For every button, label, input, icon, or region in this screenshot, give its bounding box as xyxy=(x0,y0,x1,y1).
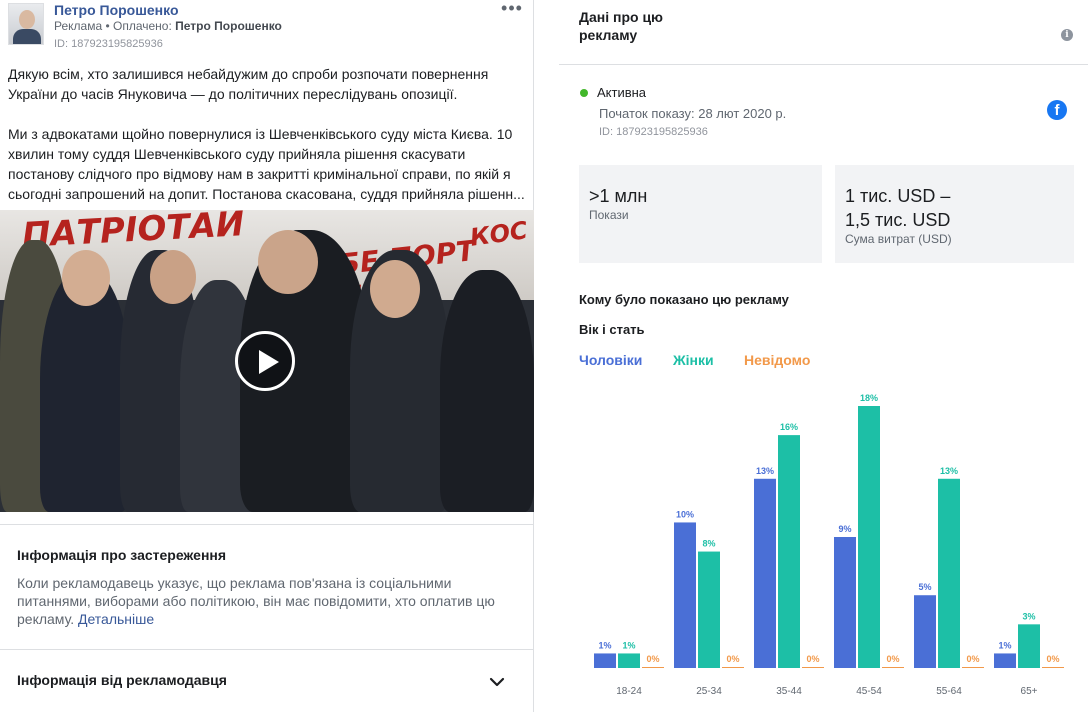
disclaimer-text: Коли рекламодавець указує, що реклама по… xyxy=(17,574,507,628)
bar-label: 1% xyxy=(598,640,611,650)
avatar-face xyxy=(19,10,35,29)
bar-label: 0% xyxy=(646,654,659,664)
category-label: 65+ xyxy=(1021,686,1038,697)
bar-25-34-1[interactable] xyxy=(698,551,720,668)
bar-label: 5% xyxy=(918,582,931,592)
person-face xyxy=(370,260,420,318)
person-silhouette xyxy=(440,270,534,512)
category-label: 18-24 xyxy=(616,686,642,697)
ad-preview-panel: Петро Порошенко Реклама • Оплачено: Петр… xyxy=(0,0,534,712)
bar-18-24-0[interactable] xyxy=(594,653,616,668)
person-face xyxy=(258,230,318,294)
category-label: 25-34 xyxy=(696,686,722,697)
ad-paragraph: Дякую всім, хто залишився небайдужим до … xyxy=(8,66,489,102)
bar-65+-0[interactable] xyxy=(994,653,1016,668)
bar-25-34-2[interactable] xyxy=(722,667,744,668)
bar-55-64-0[interactable] xyxy=(914,595,936,668)
bar-label: 10% xyxy=(676,509,694,519)
impressions-value: >1 млн xyxy=(589,186,648,206)
bar-65+-1[interactable] xyxy=(1018,624,1040,668)
ad-id-detail: ID: 187923195825936 xyxy=(599,126,708,138)
more-options-icon[interactable]: ••• xyxy=(500,0,524,20)
play-icon xyxy=(259,350,279,374)
sponsored-prefix: Реклама • Оплачено: xyxy=(54,19,176,33)
bar-55-64-2[interactable] xyxy=(962,667,984,668)
bar-35-44-2[interactable] xyxy=(802,667,824,668)
page-name-link[interactable]: Петро Порошенко xyxy=(54,2,179,18)
bar-18-24-2[interactable] xyxy=(642,667,664,668)
bar-45-54-2[interactable] xyxy=(882,667,904,668)
person-face xyxy=(62,250,110,306)
age-gender-chart: 1% 1% 0% 18-24 10% 8% 0% 25-34 13% 16% 0% 35-44 9% 18… xyxy=(594,393,1064,697)
disclaimer-section: Інформація про застереження Коли рекламо… xyxy=(0,524,534,650)
status-text: Активна xyxy=(597,85,647,100)
bar-label: 0% xyxy=(886,654,899,664)
advertiser-info-section[interactable]: Інформація від рекламодавця xyxy=(0,650,534,712)
ad-header: Петро Порошенко Реклама • Оплачено: Петр… xyxy=(0,0,534,60)
spend-card: 1 тис. USD – 1,5 тис. USD Сума витрат (US… xyxy=(835,165,1074,263)
bar-label: 13% xyxy=(940,466,958,476)
bar-35-44-0[interactable] xyxy=(754,478,776,668)
category-label: 45-54 xyxy=(856,686,882,697)
bar-label: 1% xyxy=(622,640,635,650)
ad-id: ID: 187923195825936 xyxy=(54,38,163,50)
audience-title: Кому було показано цю рекламу xyxy=(579,292,789,307)
bar-label: 8% xyxy=(702,539,715,549)
spend-line-1: 1 тис. USD – xyxy=(845,186,951,206)
disclaimer-title: Інформація про застереження xyxy=(17,547,227,563)
bar-label: 1% xyxy=(998,640,1011,650)
bar-label: 0% xyxy=(1046,654,1059,664)
bar-label: 9% xyxy=(838,524,851,534)
info-icon[interactable]: i xyxy=(1061,29,1073,41)
ad-body-text: Дякую всім, хто залишився небайдужим до … xyxy=(8,64,526,224)
advertiser-info-title: Інформація від рекламодавця xyxy=(17,672,227,688)
video-player[interactable]: ПАТРІОТАИ БЕ ПОРТ БАБІ КОС xyxy=(0,210,534,512)
bar-18-24-1[interactable] xyxy=(618,653,640,668)
sponsored-line: Реклама • Оплачено: Петро Порошенко xyxy=(54,19,282,33)
legend-women: Жінки xyxy=(673,352,714,368)
category-label: 35-44 xyxy=(776,686,802,697)
spend-value: 1 тис. USD – 1,5 тис. USD xyxy=(845,184,950,232)
paid-by: Петро Порошенко xyxy=(175,19,282,33)
start-date: Початок показу: 28 лют 2020 р. xyxy=(599,106,787,121)
bar-45-54-1[interactable] xyxy=(858,406,880,668)
chevron-down-icon[interactable] xyxy=(488,676,506,688)
bar-label: 18% xyxy=(860,393,878,403)
panel-title: Дані про цю рекламу xyxy=(579,9,664,43)
play-button[interactable] xyxy=(235,331,295,391)
bar-35-44-1[interactable] xyxy=(778,435,800,668)
bar-45-54-0[interactable] xyxy=(834,537,856,668)
bar-65+-2[interactable] xyxy=(1042,667,1064,668)
legend-unknown: Невідомо xyxy=(744,352,811,368)
legend-men: Чоловіки xyxy=(579,352,643,368)
spend-line-2: 1,5 тис. USD xyxy=(845,210,951,230)
bar-label: 16% xyxy=(780,422,798,432)
active-status-icon xyxy=(580,89,588,97)
bar-label: 3% xyxy=(1022,611,1035,621)
facebook-icon: f xyxy=(1047,100,1067,120)
category-label: 55-64 xyxy=(936,686,962,697)
bar-label: 13% xyxy=(756,466,774,476)
learn-more-link[interactable]: Детальніше xyxy=(78,611,154,627)
ad-library-view: Петро Порошенко Реклама • Оплачено: Петр… xyxy=(0,0,1088,712)
ad-paragraph: Ми з адвокатами щойно повернулися із Шев… xyxy=(8,126,525,202)
impressions-label: Покази xyxy=(589,208,629,222)
bar-label: 0% xyxy=(966,654,979,664)
person-face xyxy=(150,250,196,304)
bar-55-64-1[interactable] xyxy=(938,478,960,668)
bar-label: 0% xyxy=(726,654,739,664)
avatar-body xyxy=(13,29,41,44)
age-gender-title: Вік і стать xyxy=(579,322,645,337)
bar-25-34-0[interactable] xyxy=(674,522,696,668)
bar-label: 0% xyxy=(806,654,819,664)
impressions-card: >1 млн Покази xyxy=(579,165,822,263)
avatar[interactable] xyxy=(8,3,44,45)
person-silhouette xyxy=(40,270,130,512)
divider xyxy=(559,64,1088,65)
ad-details-panel: Дані про цю рекламу i Активна Початок по… xyxy=(559,0,1088,712)
spend-label: Сума витрат (USD) xyxy=(845,232,952,246)
